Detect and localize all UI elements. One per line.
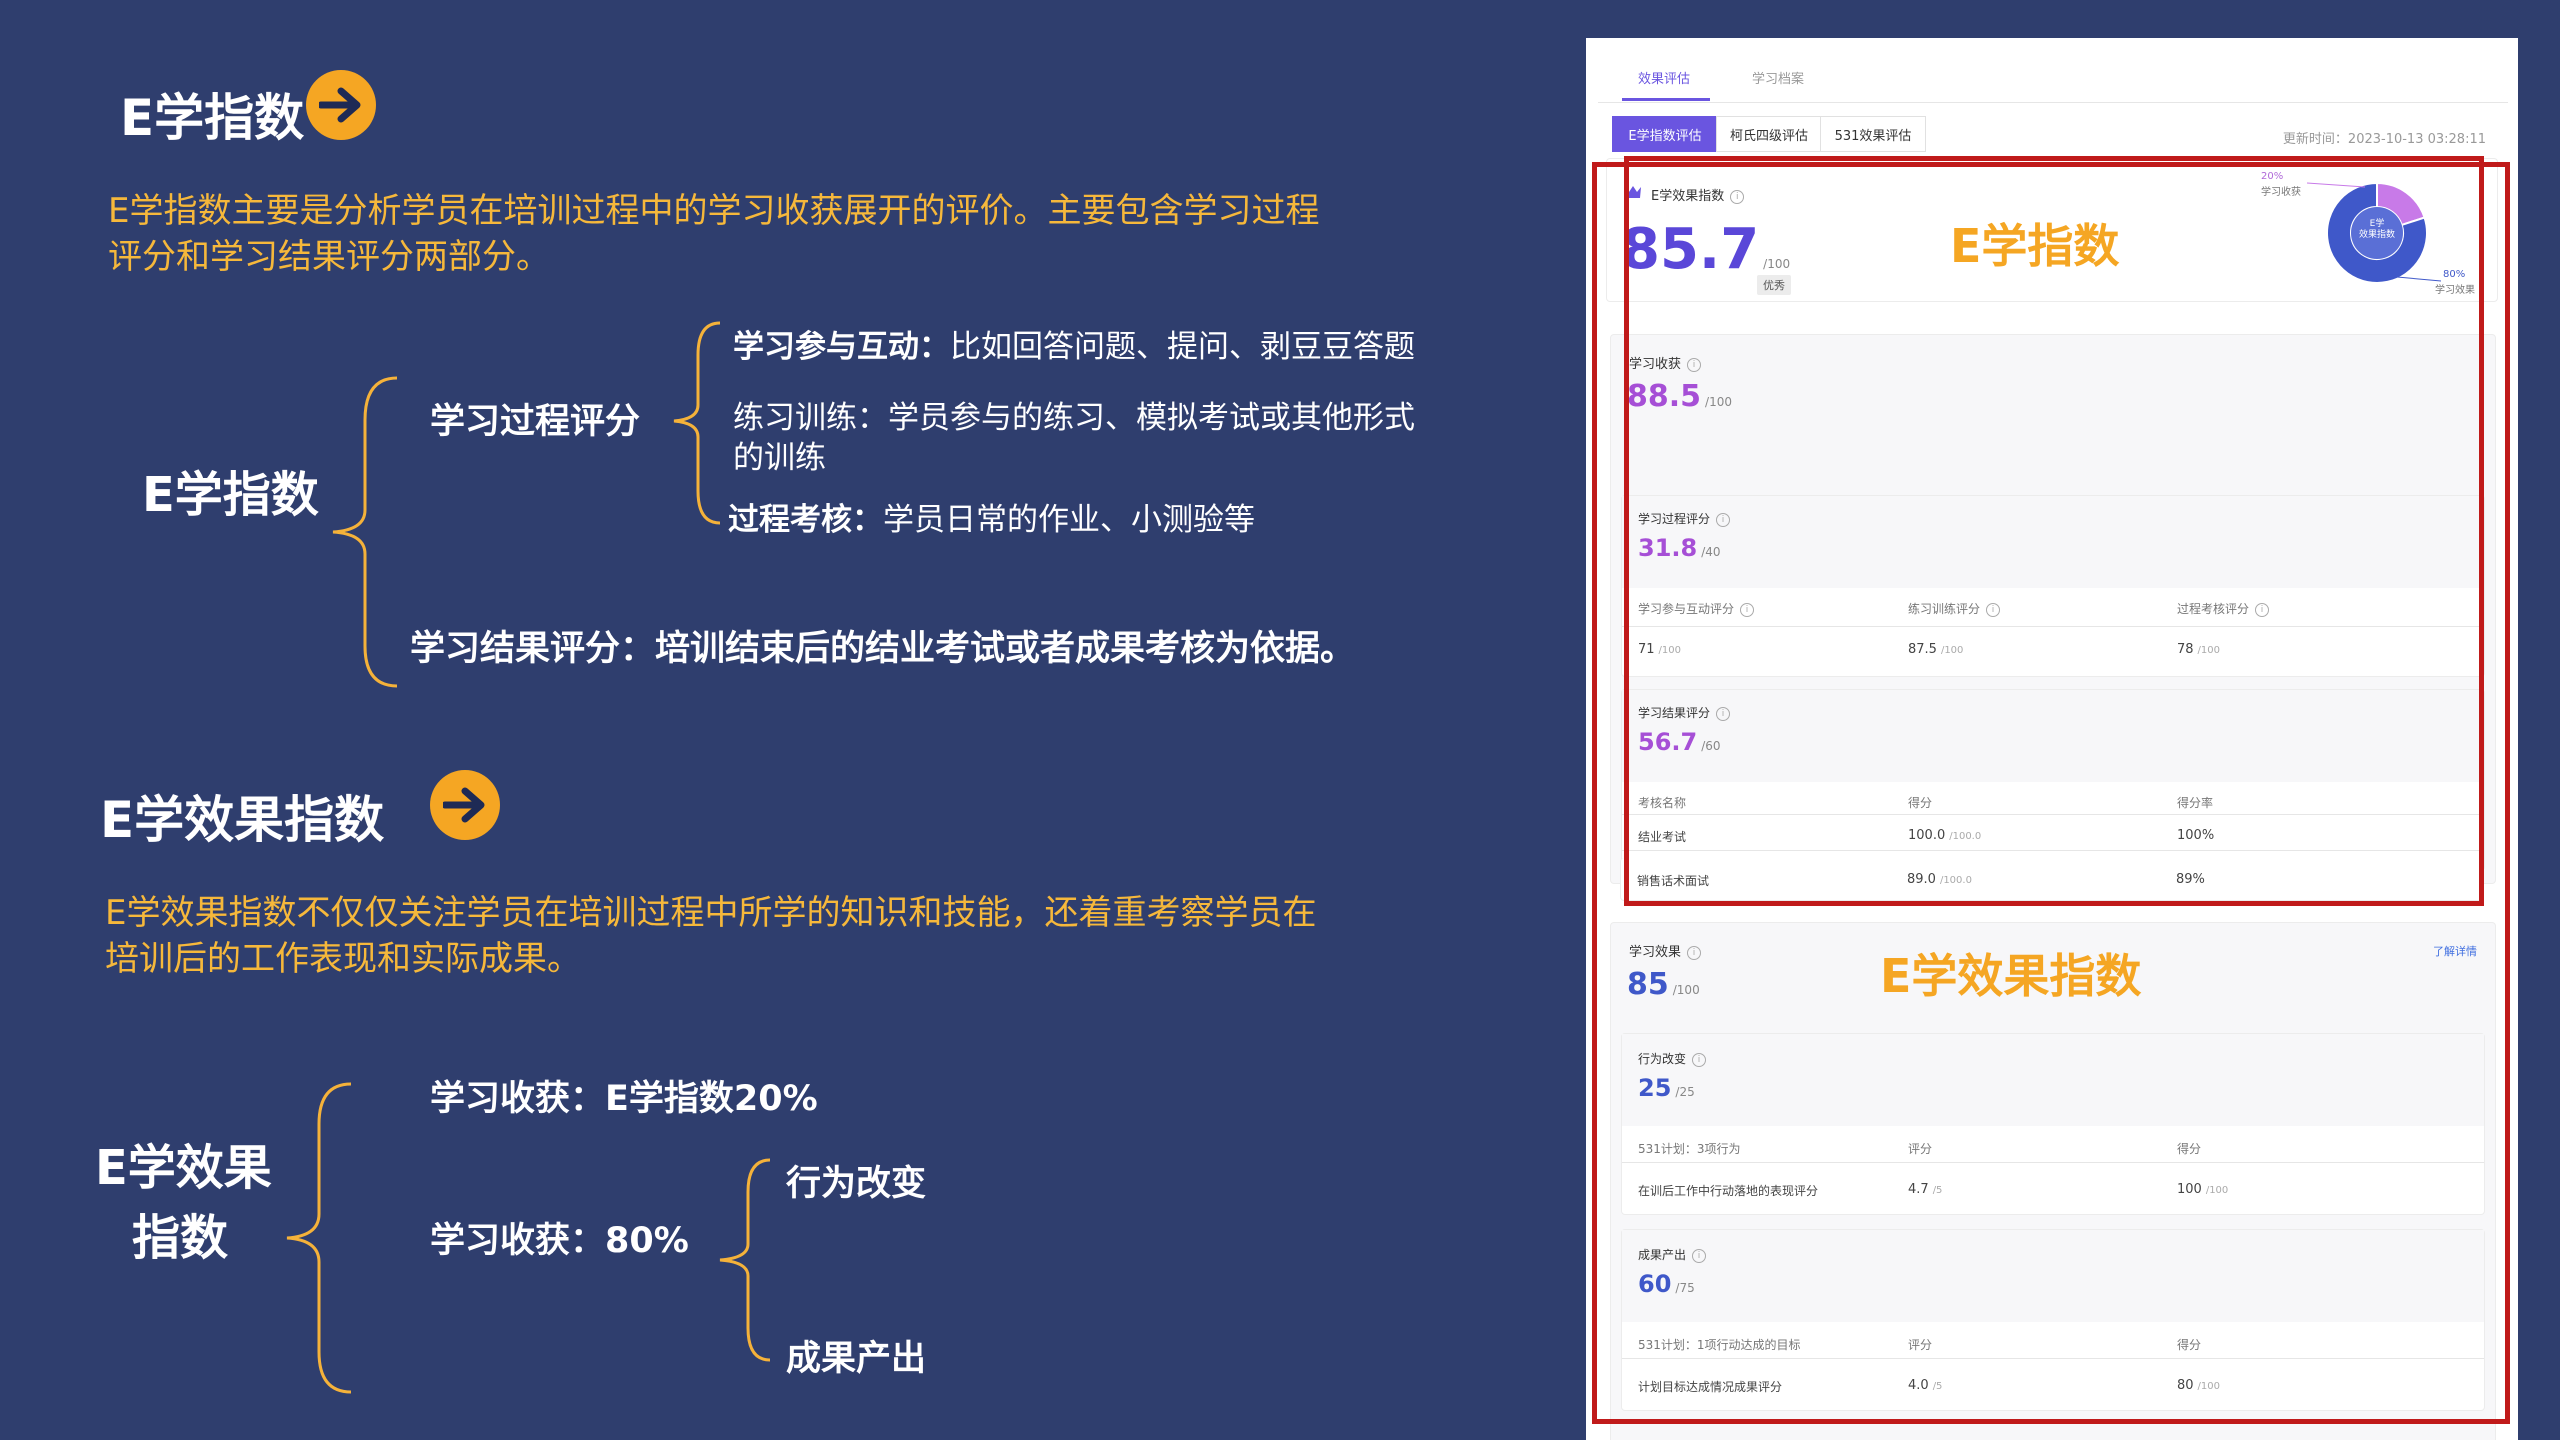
leaf-practice: 练习训练：学员参与的练习、模拟考试或其他形式的训练 bbox=[733, 400, 1415, 476]
highlight-frame-outer bbox=[1592, 162, 2510, 1424]
tab-effect-evaluation[interactable]: 效果评估 bbox=[1638, 68, 1690, 87]
effect-branch: 学习收获：80% bbox=[430, 1221, 689, 1261]
tree1-root: E学指数 bbox=[142, 467, 319, 523]
section1-description: E学指数主要是分析学员在培训过程中的学习收获展开的评价。主要包含学习过程评分和学… bbox=[108, 191, 1320, 277]
segment-531[interactable]: 531效果评估 bbox=[1820, 116, 1926, 152]
overlay-label-e-index: E学指数 bbox=[1950, 219, 2120, 273]
result-score-node: 学习结果评分：培训结束后的结业考试或者成果考核为依据。 bbox=[410, 629, 1356, 669]
segment-e-index[interactable]: E学指数评估 bbox=[1612, 116, 1718, 152]
section2-title: E学效果指数 bbox=[100, 791, 385, 849]
overlay-label-e-effect-index: E学效果指数 bbox=[1880, 949, 2142, 1003]
brace-large-1 bbox=[332, 376, 398, 688]
segment-kirkpatrick[interactable]: 柯氏四级评估 bbox=[1716, 116, 1822, 152]
arrow-right-icon bbox=[430, 770, 500, 840]
brace-large-2 bbox=[286, 1082, 352, 1394]
leaf-participation: 学习参与互动：比如回答问题、提问、剥豆豆答题 bbox=[733, 329, 1415, 365]
section1-title: E学指数 bbox=[120, 89, 305, 147]
leaf-output: 成果产出 bbox=[786, 1339, 927, 1379]
section2-description: E学效果指数不仅仅关注学员在培训过程中所学的知识和技能，还着重考察学员在培训后的… bbox=[105, 893, 1317, 979]
tab-learning-archive[interactable]: 学习档案 bbox=[1752, 68, 1804, 87]
updated-time: 更新时间：2023-10-13 03:28:11 bbox=[2282, 132, 2486, 147]
leaf-process-assessment: 过程考核：学员日常的作业、小测验等 bbox=[728, 502, 1255, 538]
leaf-behavior-change: 行为改变 bbox=[786, 1164, 927, 1204]
process-score-node: 学习过程评分 bbox=[430, 402, 641, 442]
tab-bar: 效果评估 学习档案 bbox=[1598, 60, 2508, 103]
tab-active-indicator bbox=[1622, 98, 1710, 101]
brace-small-2 bbox=[719, 1158, 771, 1362]
harvest-branch: 学习收获：E学指数20% bbox=[430, 1079, 818, 1119]
arrow-right-icon bbox=[306, 70, 376, 140]
tree2-root: E学效果 指数 bbox=[95, 1140, 272, 1266]
